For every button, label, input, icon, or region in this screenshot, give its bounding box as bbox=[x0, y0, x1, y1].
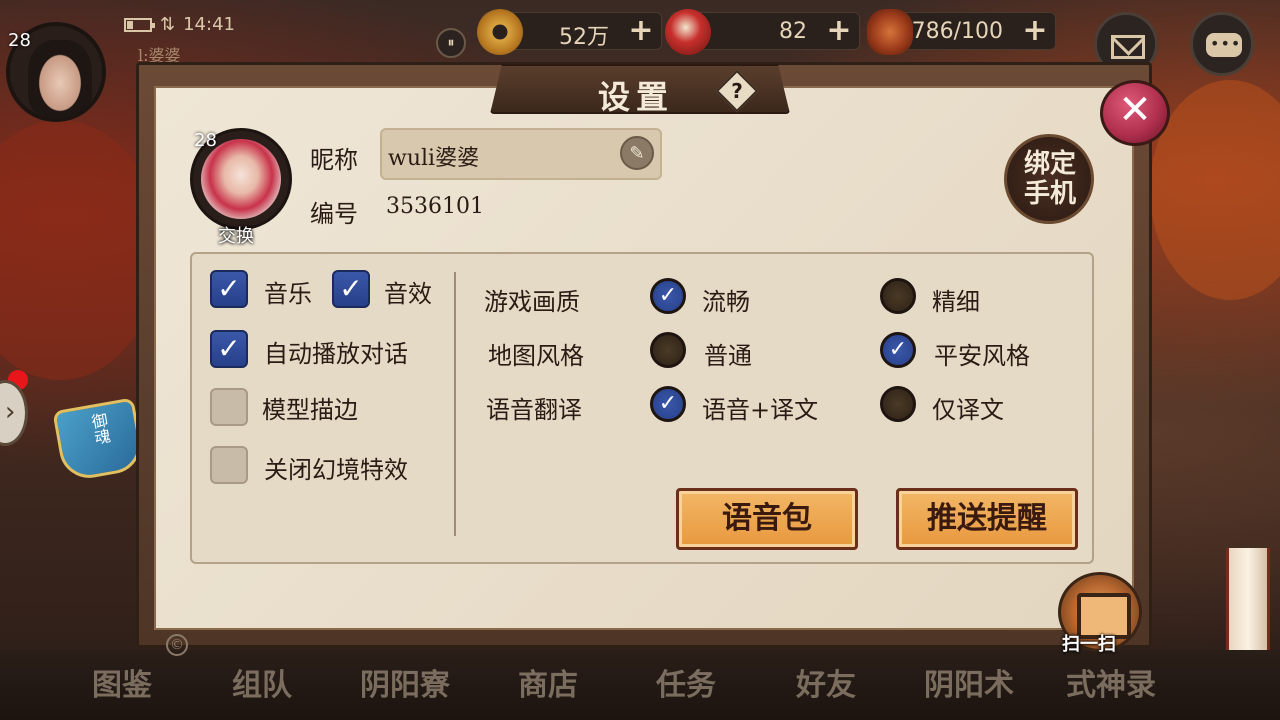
chat-icon bbox=[1206, 33, 1242, 57]
side-expand-button[interactable]: › bbox=[0, 380, 28, 446]
map-style-label: 地图风格 bbox=[488, 342, 584, 370]
nickname-value: wuli婆婆 bbox=[388, 146, 480, 171]
music-label: 音乐 bbox=[264, 280, 312, 308]
add-magatama-button[interactable]: + bbox=[823, 16, 855, 48]
bind-phone-label: 绑定手机 bbox=[1023, 149, 1076, 209]
mitama-charm[interactable]: 御魂 bbox=[52, 397, 146, 483]
add-coin-button[interactable]: + bbox=[625, 16, 657, 48]
avatar-image bbox=[201, 139, 281, 219]
quality-smooth-label: 流畅 bbox=[702, 288, 750, 316]
close-icon: ✕ bbox=[1118, 87, 1152, 133]
map-normal-radio[interactable] bbox=[650, 332, 686, 368]
nav-item-guild[interactable]: 阴阳寮 bbox=[360, 660, 450, 704]
close-button[interactable]: ✕ bbox=[1100, 80, 1170, 146]
music-checkbox[interactable]: ✓ bbox=[210, 270, 248, 308]
charm-text: 御魂 bbox=[87, 411, 112, 447]
auto-dialog-checkbox[interactable]: ✓ bbox=[210, 330, 248, 368]
nav-item-onmyodo[interactable]: 阴阳术 bbox=[924, 660, 1014, 704]
question-icon: ? bbox=[731, 79, 743, 103]
sfx-label: 音效 bbox=[384, 280, 432, 308]
signal-icon: ⇅ bbox=[160, 14, 176, 35]
nav-item-shop[interactable]: 商店 bbox=[518, 660, 578, 704]
nav-item-team[interactable]: 组队 bbox=[232, 660, 292, 704]
map-normal-label: 普通 bbox=[704, 342, 752, 370]
voice-translation-label: 语音翻译 bbox=[486, 396, 582, 424]
quality-fine-radio[interactable] bbox=[880, 278, 916, 314]
map-heian-label: 平安风格 bbox=[934, 342, 1030, 370]
nav-item-quests[interactable]: 任务 bbox=[656, 660, 716, 704]
scan-label: 扫一扫 bbox=[1062, 634, 1116, 655]
settings-title: 设置 bbox=[598, 78, 675, 116]
battery-icon bbox=[124, 17, 155, 32]
swap-avatar-button[interactable]: 交换 bbox=[218, 222, 254, 248]
magatama-bar: 82 + bbox=[665, 9, 860, 55]
stamina-icon bbox=[867, 9, 913, 55]
quality-label: 游戏画质 bbox=[484, 288, 580, 316]
disable-illusion-checkbox[interactable] bbox=[210, 446, 248, 484]
player-level: 28 bbox=[8, 30, 31, 51]
text-only-radio[interactable] bbox=[880, 386, 916, 422]
nickname-label: 昵称 bbox=[310, 146, 358, 174]
coin-icon bbox=[477, 9, 523, 55]
sfx-checkbox[interactable]: ✓ bbox=[332, 270, 370, 308]
nav-item-friends[interactable]: 好友 bbox=[796, 660, 856, 704]
edit-nickname-button[interactable]: ✎ bbox=[620, 136, 654, 170]
pause-button[interactable]: ⏸ bbox=[436, 28, 466, 58]
stamina-value: 786/100 bbox=[911, 19, 1003, 44]
coin-bar: 52万 + bbox=[477, 9, 662, 55]
model-outline-checkbox[interactable] bbox=[210, 388, 248, 426]
profile-level: 28 bbox=[194, 130, 217, 151]
chat-button[interactable] bbox=[1190, 12, 1254, 76]
text-only-label: 仅译文 bbox=[932, 396, 1004, 424]
nav-item-encyclopedia[interactable]: 图鉴 bbox=[92, 660, 152, 704]
id-value: 3536101 bbox=[386, 194, 484, 219]
nav-item-shikigami[interactable]: 式神录 bbox=[1066, 660, 1156, 704]
quality-smooth-radio[interactable]: ✓ bbox=[650, 278, 686, 314]
chevron-right-icon: › bbox=[5, 397, 16, 427]
clock: 14:41 bbox=[183, 14, 235, 35]
disable-illusion-label: 关闭幻境特效 bbox=[264, 456, 408, 484]
copyright-icon: © bbox=[166, 634, 188, 656]
coin-value: 52万 bbox=[559, 25, 609, 50]
options-divider bbox=[454, 272, 456, 536]
voice-and-text-radio[interactable]: ✓ bbox=[650, 386, 686, 422]
auto-dialog-label: 自动播放对话 bbox=[264, 340, 408, 368]
push-reminder-button[interactable]: 推送提醒 bbox=[896, 488, 1078, 550]
quality-fine-label: 精细 bbox=[932, 288, 980, 316]
map-heian-radio[interactable]: ✓ bbox=[880, 332, 916, 368]
bind-phone-button[interactable]: 绑定手机 bbox=[1004, 134, 1094, 224]
mail-icon bbox=[1111, 35, 1145, 59]
voice-pack-button[interactable]: 语音包 bbox=[676, 488, 858, 550]
magatama-icon bbox=[665, 9, 711, 55]
magatama-value: 82 bbox=[779, 19, 807, 44]
model-outline-label: 模型描边 bbox=[262, 396, 358, 424]
add-stamina-button[interactable]: + bbox=[1019, 16, 1051, 48]
device-status: ⇅ 14:41 bbox=[124, 14, 235, 35]
stamina-bar: 786/100 + bbox=[867, 9, 1056, 55]
voice-and-text-label: 语音+译文 bbox=[702, 396, 819, 424]
id-label: 编号 bbox=[310, 200, 358, 228]
